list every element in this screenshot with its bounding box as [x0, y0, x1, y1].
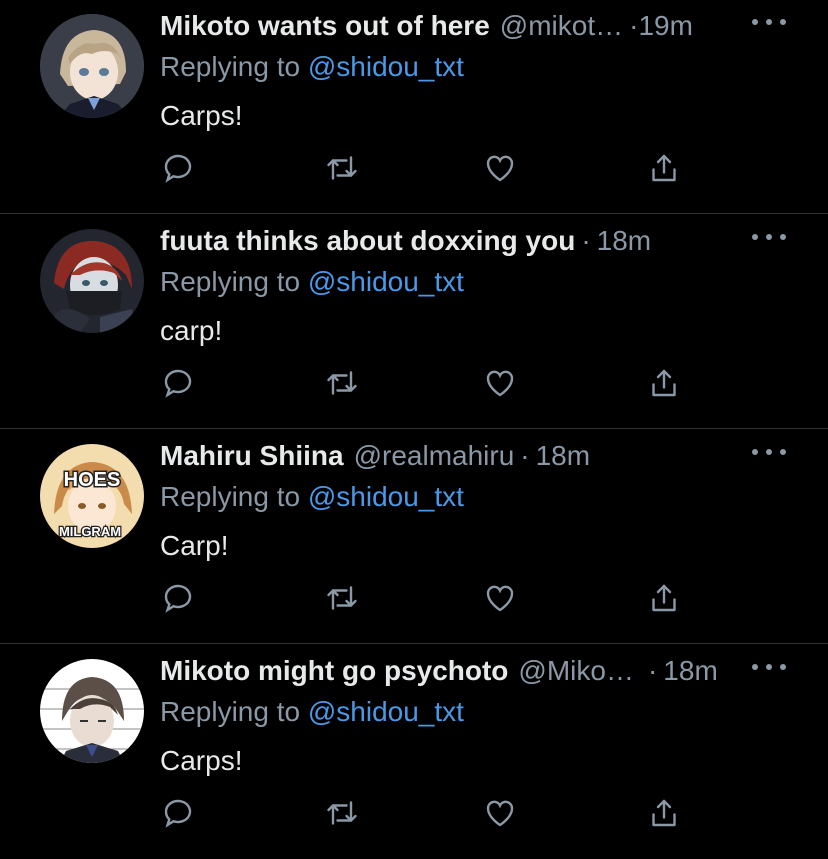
- replying-to-label: Replying to: [160, 696, 308, 727]
- separator-dot: ·: [581, 225, 591, 256]
- mention-link[interactable]: @shidou_txt: [308, 51, 464, 82]
- tweet-actions: [160, 580, 700, 620]
- replying-to: Replying to @shidou_txt: [160, 696, 464, 728]
- avatar[interactable]: [40, 229, 144, 333]
- tweet-header: fuuta thinks about doxxing you · 18m: [160, 225, 651, 261]
- avatar-bottom-text: MILGRAM: [59, 524, 121, 539]
- separator-dot: ·: [647, 655, 658, 686]
- tweet-text: Carp!: [160, 530, 229, 561]
- tweet[interactable]: Mikoto might go psychoto @Miko… · 18m Re…: [0, 645, 828, 859]
- retweet-icon[interactable]: [324, 150, 360, 186]
- retweet-icon[interactable]: [324, 795, 360, 831]
- more-icon[interactable]: [752, 12, 786, 32]
- tweet-text: Carps!: [160, 745, 243, 776]
- like-icon[interactable]: [482, 580, 518, 616]
- like-icon[interactable]: [482, 150, 518, 186]
- timestamp[interactable]: 18m: [597, 225, 651, 257]
- share-icon[interactable]: [646, 580, 682, 616]
- like-icon[interactable]: [482, 795, 518, 831]
- replying-to: Replying to @shidou_txt: [160, 481, 464, 513]
- tweet-header: Mahiru Shiina @realmahiru · 18m: [160, 440, 590, 476]
- retweet-icon[interactable]: [324, 365, 360, 401]
- tweet[interactable]: fuuta thinks about doxxing you · 18m Rep…: [0, 215, 828, 429]
- mention-link[interactable]: @shidou_txt: [308, 266, 464, 297]
- tweet[interactable]: Mikoto wants out of here @mikot… · 19m R…: [0, 0, 828, 214]
- reply-icon[interactable]: [160, 580, 196, 616]
- share-icon[interactable]: [646, 795, 682, 831]
- tweet-header: Mikoto might go psychoto @Miko… · 18m: [160, 655, 718, 691]
- avatar[interactable]: HOES MILGRAM: [40, 444, 144, 548]
- separator-dot: ·: [629, 10, 639, 41]
- retweet-icon[interactable]: [324, 580, 360, 616]
- replying-to: Replying to @shidou_txt: [160, 266, 464, 298]
- tweet-header: Mikoto wants out of here @mikot… · 19m: [160, 10, 693, 46]
- avatar-top-text: HOES: [64, 469, 121, 491]
- display-name[interactable]: Mikoto wants out of here: [160, 10, 490, 42]
- tweet-text: carp!: [160, 315, 223, 346]
- tweet[interactable]: HOES MILGRAM Mahiru Shiina @realmahiru ·…: [0, 430, 828, 644]
- reply-icon[interactable]: [160, 150, 196, 186]
- more-icon[interactable]: [752, 227, 786, 247]
- divider: [0, 428, 828, 429]
- divider: [0, 213, 828, 214]
- user-handle[interactable]: @Miko…: [518, 655, 634, 687]
- replying-to: Replying to @shidou_txt: [160, 51, 464, 83]
- timestamp[interactable]: 18m: [536, 440, 590, 472]
- display-name[interactable]: Mikoto might go psychoto: [160, 655, 508, 687]
- replying-to-label: Replying to: [160, 51, 308, 82]
- more-icon[interactable]: [752, 442, 786, 462]
- user-handle[interactable]: @mikot…: [500, 10, 623, 42]
- more-icon[interactable]: [752, 657, 786, 677]
- display-name[interactable]: fuuta thinks about doxxing you: [160, 225, 575, 257]
- mention-link[interactable]: @shidou_txt: [308, 696, 464, 727]
- reply-icon[interactable]: [160, 795, 196, 831]
- tweet-actions: [160, 795, 700, 835]
- timestamp[interactable]: 18m: [663, 655, 717, 687]
- share-icon[interactable]: [646, 365, 682, 401]
- avatar[interactable]: [40, 14, 144, 118]
- replying-to-label: Replying to: [160, 266, 308, 297]
- display-name[interactable]: Mahiru Shiina: [160, 440, 344, 472]
- tweet-text: Carps!: [160, 100, 243, 131]
- divider: [0, 643, 828, 644]
- user-handle[interactable]: @realmahiru: [354, 440, 515, 472]
- share-icon[interactable]: [646, 150, 682, 186]
- timestamp[interactable]: 19m: [638, 10, 692, 42]
- reply-icon[interactable]: [160, 365, 196, 401]
- tweet-actions: [160, 150, 700, 190]
- like-icon[interactable]: [482, 365, 518, 401]
- avatar[interactable]: [40, 659, 144, 763]
- replying-to-label: Replying to: [160, 481, 308, 512]
- tweet-actions: [160, 365, 700, 405]
- mention-link[interactable]: @shidou_txt: [308, 481, 464, 512]
- separator-dot: ·: [520, 440, 530, 471]
